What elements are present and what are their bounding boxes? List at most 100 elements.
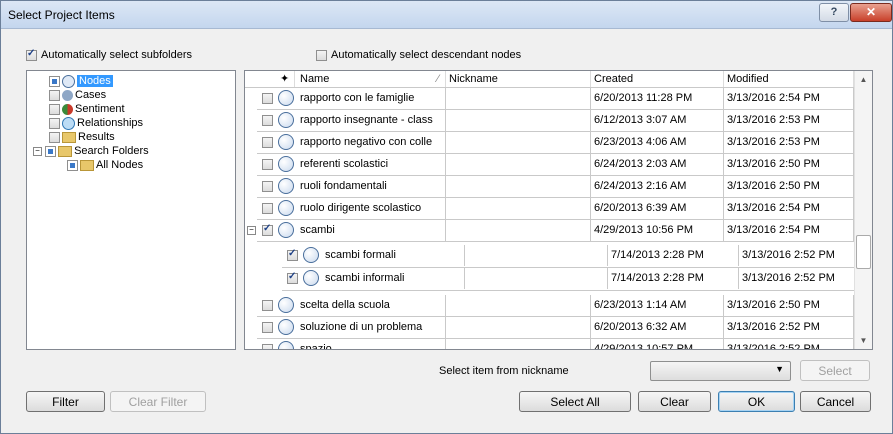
tree-item-relationships[interactable]: Relationships <box>49 116 143 130</box>
tree-item-label: Sentiment <box>75 103 125 115</box>
row-name-cell: scambi <box>297 220 446 241</box>
row-checkbox[interactable] <box>262 322 273 333</box>
collapse-toggle[interactable]: − <box>247 226 256 235</box>
folder-icon <box>80 159 94 171</box>
clear-filter-button[interactable]: Clear Filter <box>110 391 206 412</box>
row-checkbox[interactable] <box>262 159 273 170</box>
node-icon <box>278 297 294 313</box>
select-all-button[interactable]: Select All <box>519 391 631 412</box>
row-nickname-cell <box>446 176 591 197</box>
row-checkbox[interactable] <box>262 181 273 192</box>
row-nickname-cell <box>446 220 591 241</box>
auto-select-subfolders-label: Automatically select subfolders <box>41 49 193 62</box>
auto-select-descendants-option[interactable]: Automatically select descendant nodes <box>316 49 521 61</box>
row-nickname-cell <box>446 339 591 349</box>
column-header-created[interactable]: Created <box>591 71 724 87</box>
node-icon <box>278 112 294 128</box>
table-row[interactable]: spazio 4/29/2013 10:57 PM 3/13/2016 2:52 P… <box>257 339 854 349</box>
table-row[interactable]: rapporto con le famiglie 6/20/2013 11:28 … <box>257 88 854 110</box>
tree-item-all-nodes[interactable]: All Nodes <box>67 158 143 172</box>
filter-button[interactable]: Filter <box>26 391 105 412</box>
row-checkbox[interactable] <box>262 137 273 148</box>
tree-checkbox[interactable] <box>49 131 60 143</box>
table-row[interactable]: scambi 4/29/2013 10:56 PM3/13/2016 2:54 P… <box>247 220 854 242</box>
collapse-toggle[interactable]: − <box>33 146 42 156</box>
folder-icon <box>62 131 76 143</box>
close-button[interactable]: ✕ <box>850 3 892 22</box>
nickname-dropdown[interactable]: ▼ <box>650 361 791 381</box>
row-modified-cell: 3/13/2016 2:54 PM <box>724 220 854 241</box>
row-modified-cell: 3/13/2016 2:50 PM <box>724 154 854 175</box>
row-checkbox[interactable] <box>262 115 273 126</box>
table-row[interactable]: soluzione di un problema 6/20/2013 6:32 A… <box>257 317 854 339</box>
ok-button[interactable]: OK <box>718 391 795 412</box>
items-grid[interactable]: ✦ Name ⁄ Nickname Created Modified rappor… <box>244 70 873 350</box>
relationships-icon <box>62 116 75 130</box>
row-checkbox[interactable] <box>262 300 273 311</box>
node-icon <box>278 200 294 216</box>
row-checkbox[interactable] <box>262 223 273 236</box>
row-checkbox[interactable] <box>262 344 273 349</box>
table-row[interactable]: scambi informali 7/14/2013 2:28 PM3/13/20… <box>282 268 866 291</box>
node-icon <box>278 319 294 335</box>
table-row[interactable]: ruoli fondamentali 6/24/2013 2:16 AM 3/13/… <box>257 176 854 198</box>
title-bar: Select Project Items ? ✕ <box>1 1 892 29</box>
row-checkbox[interactable] <box>262 93 273 104</box>
row-created-cell: 6/12/2013 3:07 AM <box>591 110 724 131</box>
tree-item-results[interactable]: Results <box>49 130 115 144</box>
node-icon <box>278 90 294 106</box>
nodes-icon <box>62 74 75 88</box>
row-name-cell: rapporto negativo con colle <box>297 132 446 153</box>
row-checkbox[interactable] <box>262 203 273 214</box>
vertical-scrollbar[interactable]: ▲ ▼ <box>854 71 872 349</box>
cancel-button[interactable]: Cancel <box>800 391 871 412</box>
tree-item-sentiment[interactable]: Sentiment <box>49 102 125 116</box>
select-nickname-button[interactable]: Select <box>800 360 870 381</box>
tree-item-label: Cases <box>75 89 107 101</box>
tree-checkbox[interactable] <box>49 117 60 129</box>
tree-item-nodes[interactable]: Nodes <box>49 74 113 88</box>
row-name-cell: ruoli fondamentali <box>297 176 446 197</box>
scroll-up-icon[interactable]: ▲ <box>856 72 871 87</box>
tree-checkbox[interactable] <box>49 89 60 101</box>
select-project-items-dialog: Select Project Items ? ✕ Automatically s… <box>0 0 893 434</box>
row-checkbox[interactable] <box>287 271 298 284</box>
auto-select-subfolders-option[interactable]: Automatically select subfolders <box>26 48 193 62</box>
tree-item-cases[interactable]: Cases <box>49 88 106 102</box>
table-row[interactable]: scambi formali 7/14/2013 2:28 PM3/13/2016… <box>282 245 866 268</box>
column-header-nickname[interactable]: Nickname <box>446 71 591 87</box>
row-name-cell: rapporto con le famiglie <box>297 88 446 109</box>
tree-checkbox[interactable] <box>67 159 78 171</box>
row-checkbox[interactable] <box>287 248 298 261</box>
tree-checkbox[interactable] <box>49 103 60 115</box>
scroll-down-icon[interactable]: ▼ <box>856 333 871 348</box>
scroll-thumb[interactable] <box>856 235 871 269</box>
table-row[interactable]: referenti scolastici 6/24/2013 2:03 AM 3/1… <box>257 154 854 176</box>
node-icon <box>278 222 294 238</box>
auto-select-descendants-checkbox[interactable] <box>316 49 327 61</box>
tree-item-search-folders[interactable]: − Search Folders <box>33 144 149 158</box>
auto-select-subfolders-checkbox[interactable] <box>26 48 37 61</box>
table-row[interactable]: ruolo dirigente scolastico 6/20/2013 6:39… <box>257 198 854 220</box>
tree-checkbox[interactable] <box>49 75 60 87</box>
pin-icon[interactable]: ✦ <box>278 71 295 87</box>
row-name-cell: soluzione di un problema <box>297 317 446 338</box>
column-name-label: Name <box>300 73 330 85</box>
table-row[interactable]: rapporto insegnante - class 6/12/2013 3:0… <box>257 110 854 132</box>
row-name-cell: spazio <box>297 339 446 349</box>
cases-icon <box>62 89 73 101</box>
row-modified-cell: 3/13/2016 2:54 PM <box>724 88 854 109</box>
folder-tree[interactable]: Nodes Cases Sentiment Relationships Resu… <box>26 70 236 350</box>
column-header-modified[interactable]: Modified <box>724 71 854 87</box>
table-row[interactable]: rapporto negativo con colle 6/23/2013 4:0… <box>257 132 854 154</box>
table-row[interactable]: scelta della scuola 6/23/2013 1:14 AM 3/13… <box>257 295 854 317</box>
sentiment-icon <box>62 103 73 115</box>
tree-item-label: Relationships <box>77 117 144 129</box>
help-button[interactable]: ? <box>819 3 849 22</box>
tree-item-label: Search Folders <box>74 145 149 157</box>
column-header-name[interactable]: Name ⁄ <box>297 71 446 87</box>
tree-checkbox[interactable] <box>45 145 57 157</box>
row-created-cell: 6/24/2013 2:03 AM <box>591 154 724 175</box>
clear-button[interactable]: Clear <box>638 391 711 412</box>
chevron-down-icon: ▼ <box>775 364 784 374</box>
